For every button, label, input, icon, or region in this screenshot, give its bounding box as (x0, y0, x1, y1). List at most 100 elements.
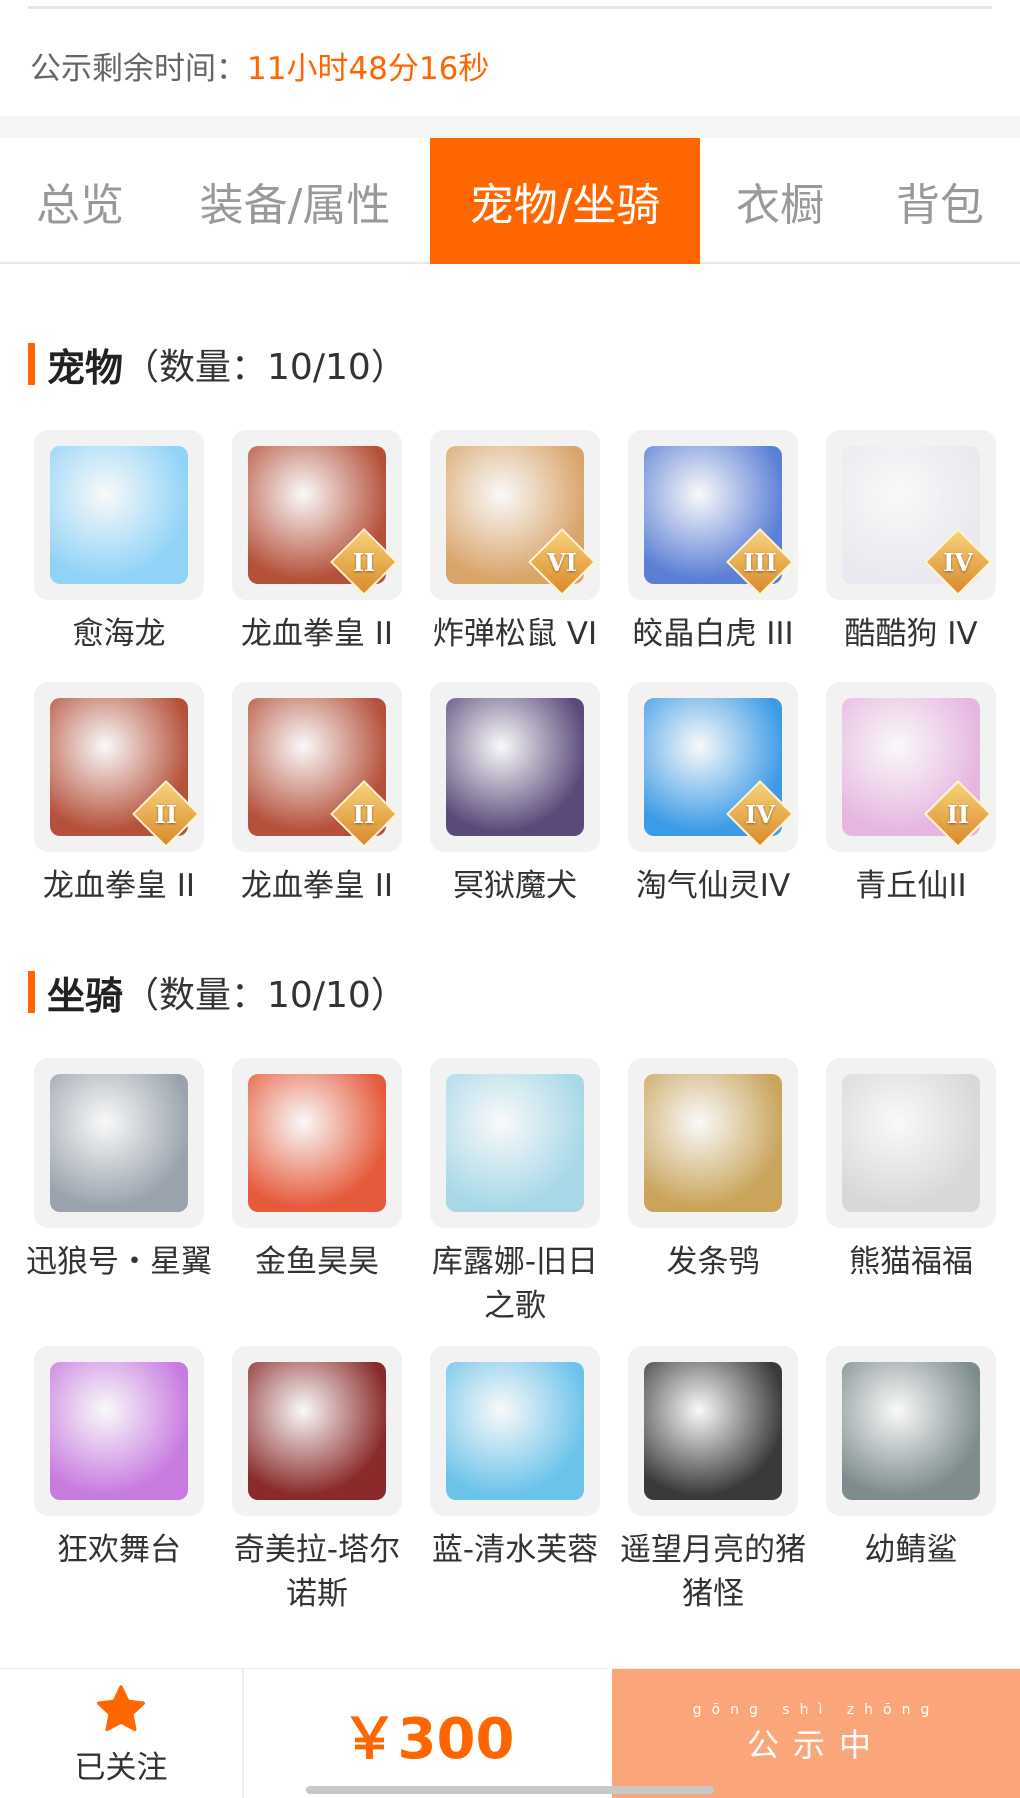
thumbnail: II (232, 682, 402, 852)
thumbnail (34, 1346, 204, 1516)
publicity-status-button[interactable]: gōng shì zhōng 公示中 (612, 1669, 1020, 1798)
mount-image (50, 1362, 188, 1500)
tier-text: II (352, 799, 376, 829)
pets-section-title: 宠物 （数量：10/10） (28, 340, 407, 390)
section-separator (0, 116, 1020, 138)
mount-card[interactable]: 幼鲭鲨 (812, 1346, 1010, 1616)
tab-bar: 总览 装备/属性 宠物/坐骑 衣橱 背包 (0, 138, 1020, 264)
tier-text: VI (547, 547, 577, 577)
mount-image (446, 1362, 584, 1500)
mount-card[interactable]: 狂欢舞台 (20, 1346, 218, 1616)
mount-name: 熊猫福福 (849, 1244, 973, 1280)
pet-name: 冥狱魔犬 (453, 868, 577, 904)
pet-card[interactable]: II 龙血拳皇 II (20, 682, 218, 908)
mount-image (248, 1362, 386, 1500)
notice-label: 公示剩余时间： (30, 50, 247, 87)
pet-name: 酷酷狗 IV (844, 616, 978, 652)
bottom-action-bar: 已关注 ￥300 gōng shì zhōng 公示中 (0, 1668, 1020, 1798)
mount-name: 遥望月亮的猪猪怪 (620, 1532, 806, 1612)
pet-image (50, 446, 188, 584)
thumbnail (826, 1346, 996, 1516)
tab-equipment-attributes[interactable]: 装备/属性 (160, 138, 430, 264)
thumbnail: IV (628, 682, 798, 852)
price-value: ￥300 (341, 1706, 515, 1772)
pet-name: 淘气仙灵IV (635, 868, 791, 904)
tier-text: IV (745, 799, 775, 829)
tier-text: II (352, 547, 376, 577)
mount-image (248, 1074, 386, 1212)
mount-image (842, 1362, 980, 1500)
pets-grid: 愈海龙 II 龙血拳皇 II VI 炸弹松鼠 VI III 皎晶白虎 III IV 酷酷狗 IV… (20, 430, 1000, 908)
tier-text: III (743, 547, 777, 577)
mount-card[interactable]: 发条鸮 (614, 1058, 812, 1328)
star-icon (97, 1684, 145, 1731)
mount-card[interactable]: 熊猫福福 (812, 1058, 1010, 1328)
thumbnail: II (826, 682, 996, 852)
section-accent-bar (28, 971, 35, 1013)
mount-card[interactable]: 奇美拉-塔尔诺斯 (218, 1346, 416, 1616)
top-divider (28, 6, 992, 9)
mount-name: 狂欢舞台 (57, 1532, 181, 1568)
mount-card[interactable]: 迅狼号・星翼 (20, 1058, 218, 1328)
mount-name: 幼鲭鲨 (864, 1532, 958, 1568)
tab-overview[interactable]: 总览 (0, 138, 160, 264)
section-accent-bar (28, 343, 35, 385)
pet-card[interactable]: IV 淘气仙灵IV (614, 682, 812, 908)
tier-text: II (946, 799, 970, 829)
follow-label: 已关注 (74, 1749, 168, 1786)
mounts-grid: 迅狼号・星翼 金鱼昊昊 库露娜-旧日之歌 发条鸮 熊猫福福狂欢舞台 奇美拉-塔尔诺斯 蓝-清… (20, 1058, 1000, 1616)
notice-countdown: 公示剩余时间： 11小时48分16秒 (30, 30, 489, 100)
pet-card[interactable]: II 青丘仙II (812, 682, 1010, 908)
status-pinyin: gōng shì zhōng (692, 1702, 940, 1718)
mount-card[interactable]: 遥望月亮的猪猪怪 (614, 1346, 812, 1616)
thumbnail (34, 1058, 204, 1228)
thumbnail (430, 1346, 600, 1516)
mount-name: 发条鸮 (666, 1244, 760, 1280)
tier-text: IV (943, 547, 973, 577)
thumbnail (232, 1058, 402, 1228)
mount-image (446, 1074, 584, 1212)
pet-name: 龙血拳皇 II (240, 868, 394, 904)
pet-name: 龙血拳皇 II (240, 616, 394, 652)
pet-card[interactable]: II 龙血拳皇 II (218, 430, 416, 656)
tier-text: II (154, 799, 178, 829)
pet-image (446, 698, 584, 836)
thumbnail (628, 1058, 798, 1228)
follow-button[interactable]: 已关注 (0, 1669, 244, 1798)
mount-card[interactable]: 蓝-清水芙蓉 (416, 1346, 614, 1616)
mount-image (50, 1074, 188, 1212)
pet-card[interactable]: VI 炸弹松鼠 VI (416, 430, 614, 656)
mount-image (644, 1362, 782, 1500)
pet-card[interactable]: 愈海龙 (20, 430, 218, 656)
pet-card[interactable]: 冥狱魔犬 (416, 682, 614, 908)
pet-card[interactable]: II 龙血拳皇 II (218, 682, 416, 908)
tab-wardrobe[interactable]: 衣橱 (700, 138, 860, 264)
home-indicator[interactable] (306, 1786, 714, 1794)
mount-name: 金鱼昊昊 (255, 1244, 379, 1280)
tab-pets-mounts[interactable]: 宠物/坐骑 (430, 138, 700, 264)
thumbnail: II (34, 682, 204, 852)
mount-image (842, 1074, 980, 1212)
mount-name: 奇美拉-塔尔诺斯 (233, 1532, 401, 1612)
mounts-count: （数量：10/10） (123, 975, 407, 1016)
thumbnail (628, 1346, 798, 1516)
thumbnail (232, 1346, 402, 1516)
pet-name: 皎晶白虎 III (632, 616, 794, 652)
thumbnail: III (628, 430, 798, 600)
thumbnail (430, 1058, 600, 1228)
pet-name: 炸弹松鼠 VI (432, 616, 598, 652)
notice-timer: 11小时48分16秒 (247, 50, 490, 87)
mount-card[interactable]: 库露娜-旧日之歌 (416, 1058, 614, 1328)
mount-name: 蓝-清水芙蓉 (431, 1532, 599, 1568)
mount-name: 库露娜-旧日之歌 (431, 1244, 599, 1324)
mount-name: 迅狼号・星翼 (26, 1244, 212, 1280)
tab-backpack[interactable]: 背包 (860, 138, 1020, 264)
thumbnail (34, 430, 204, 600)
pets-count: （数量：10/10） (123, 347, 407, 388)
pets-heading: 宠物 (47, 345, 124, 390)
pet-card[interactable]: IV 酷酷狗 IV (812, 430, 1010, 656)
pet-card[interactable]: III 皎晶白虎 III (614, 430, 812, 656)
thumbnail (430, 682, 600, 852)
mount-card[interactable]: 金鱼昊昊 (218, 1058, 416, 1328)
mounts-heading: 坐骑 (47, 973, 124, 1018)
